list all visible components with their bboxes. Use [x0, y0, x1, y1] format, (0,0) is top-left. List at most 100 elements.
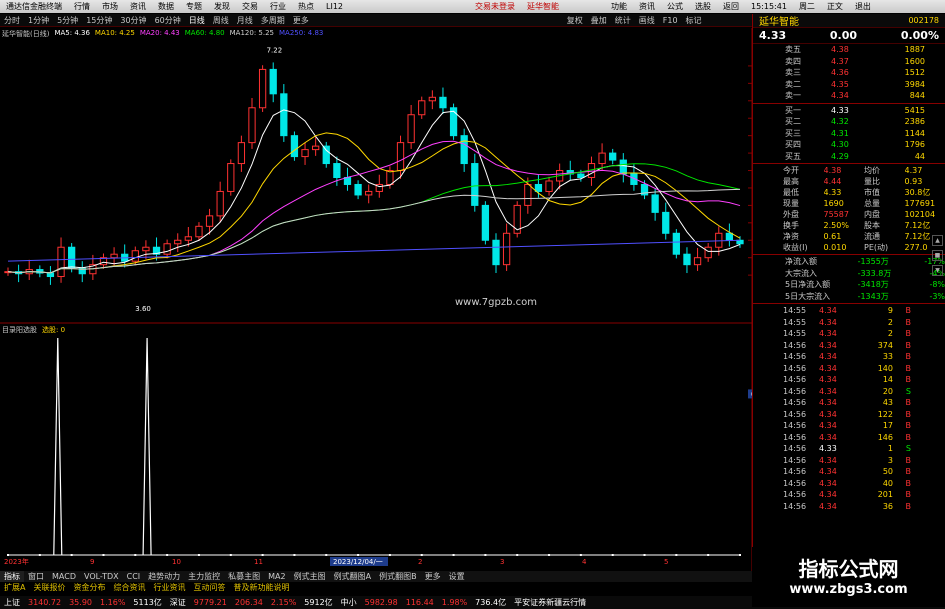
bid-level: 买一 4.33 5415 [785, 105, 945, 117]
info-tab[interactable]: 普及新功能说明 [229, 582, 293, 592]
flow-value: -333.8万 [857, 268, 892, 278]
level-label: 卖一 [785, 91, 801, 101]
tick-price: 4.34 [819, 363, 837, 373]
candle-body [577, 173, 585, 178]
tick-price: 4.34 [819, 490, 837, 500]
stat-value: 1690 [823, 199, 844, 208]
baseline-dot [675, 554, 678, 556]
menu-item[interactable]: 周二 [793, 1, 821, 12]
info-tab[interactable]: 资金分布 [69, 582, 109, 592]
tick-volume: 36 [882, 501, 893, 511]
candle-body [248, 107, 256, 144]
candle-body [524, 183, 532, 206]
side-btn-icon[interactable]: ▼ [932, 265, 943, 276]
flow-value: -3418万 [857, 280, 889, 290]
baseline-dot [197, 554, 200, 556]
candle-body [280, 93, 288, 137]
info-tab[interactable]: 扩展A [0, 582, 29, 592]
candle-body [598, 152, 606, 165]
indicator-tab[interactable]: VOL-TDX [80, 572, 123, 581]
level-price: 4.35 [831, 79, 849, 89]
indicator-tab[interactable]: 指标 [0, 571, 24, 582]
baseline-dot [166, 554, 169, 556]
baseline-dot [357, 554, 360, 556]
tick-row: 14:56 4.34 140 B [783, 363, 945, 375]
status-item: 2.15% [270, 598, 297, 607]
indicator-tab[interactable]: CCI [123, 572, 145, 581]
tick-volume: 40 [882, 478, 893, 488]
candle-body [142, 246, 150, 252]
info-tab[interactable]: 关联报价 [29, 582, 69, 592]
tick-side: B [905, 501, 912, 511]
level-volume: 1144 [904, 128, 925, 138]
menu-item[interactable]: 正文 [821, 1, 849, 12]
tick-time: 14:56 [783, 409, 807, 419]
candle-body [312, 145, 320, 151]
candle-body [428, 96, 436, 102]
flow-row: 净流入额 -1355万 -17% [785, 256, 945, 268]
kline-chart-area[interactable]: 7.223.60 1.000.900.800.700.600.500.400.3… [0, 0, 752, 571]
tick-side: B [905, 306, 912, 316]
flow-value: -1355万 [857, 257, 889, 267]
tick-volume: 20 [882, 386, 893, 396]
tick-price: 4.34 [819, 375, 837, 385]
candle-body [683, 253, 691, 266]
candle-body [704, 246, 712, 259]
bid-level: 买四 4.30 1796 [785, 139, 945, 151]
status-item: 736.4亿 [475, 598, 507, 607]
indicator-tab[interactable]: 窗口 [24, 571, 48, 582]
stat-label: 总量 [864, 199, 880, 208]
x-axis-tick: 10 [172, 558, 181, 566]
status-item: 206.34 [234, 598, 263, 607]
tick-side: B [905, 375, 912, 385]
flow-label: 净流入额 [785, 257, 817, 267]
indicator-tab[interactable]: 趋势动力 [144, 571, 184, 582]
level-label: 卖三 [785, 68, 801, 78]
level-volume: 1512 [904, 68, 925, 78]
status-item: 1.16% [100, 598, 126, 607]
candle-body [407, 114, 415, 144]
level-volume: 1887 [904, 45, 925, 55]
candle-body [68, 246, 76, 269]
low-label: 3.60 [135, 305, 151, 313]
status-item: 5113亿 [133, 598, 162, 607]
candle-body [174, 239, 182, 245]
indicator-tab[interactable]: 例式翻图A [330, 571, 375, 582]
status-item: 35.90 [69, 598, 92, 607]
indicator-tab[interactable]: 例式主图 [290, 571, 330, 582]
menu-item[interactable]: 退出 [849, 1, 877, 12]
divider [753, 102, 945, 104]
quote-stats: 今开 4.38 均价 4.37 最高 4.44 量比 0.93 最低 4.33 市值 30.8亿 现量 1… [753, 165, 945, 253]
baseline-dot [579, 554, 582, 556]
side-btn-icon[interactable]: ■ [932, 250, 943, 261]
indicator-tab[interactable]: 设置 [445, 571, 469, 582]
indicator-tab[interactable]: MACD [48, 572, 80, 581]
indicator-tab[interactable]: 私募主图 [224, 571, 264, 582]
info-tab[interactable]: 综合资讯 [109, 582, 149, 592]
x-axis-tick: 4 [582, 558, 587, 566]
tick-price: 4.34 [819, 432, 837, 442]
indicator-tab[interactable]: MA2 [264, 572, 289, 581]
tick-time: 14:56 [783, 432, 807, 442]
status-item: 5982.98 [364, 598, 398, 607]
baseline-dot [420, 554, 423, 556]
tick-row: 14:55 4.34 2 B [783, 328, 945, 340]
tick-side: B [905, 317, 912, 327]
tick-side: S [905, 386, 911, 396]
x-axis-tick: 2 [418, 558, 422, 566]
tick-volume: 17 [882, 421, 893, 431]
level-label: 卖二 [785, 79, 801, 89]
tick-row: 14:56 4.34 43 B [783, 397, 945, 409]
indicator-tab[interactable]: 更多 [421, 571, 445, 582]
info-tab[interactable]: 互动问答 [189, 582, 229, 592]
indicator-tab[interactable]: 主力监控 [184, 571, 224, 582]
level-label: 买二 [785, 117, 801, 127]
stat-label: 现量 [783, 199, 799, 208]
side-btn-icon[interactable]: ▲ [932, 235, 943, 246]
indicator-tab[interactable]: 例式翻图B [375, 571, 421, 582]
info-tab[interactable]: 行业资讯 [149, 582, 189, 592]
tick-list[interactable]: 14:55 4.34 9 B 14:55 4.34 2 B 14:55 4.34 2 B 14:56 4.… [753, 305, 945, 512]
stat-label: 今开 [783, 166, 799, 175]
legend-ma250: MA250: 4.83 [279, 29, 324, 37]
bid-book: 买一 4.33 5415 买二 4.32 2386 买三 4.31 1144 买四 4.30 1796… [753, 105, 945, 163]
